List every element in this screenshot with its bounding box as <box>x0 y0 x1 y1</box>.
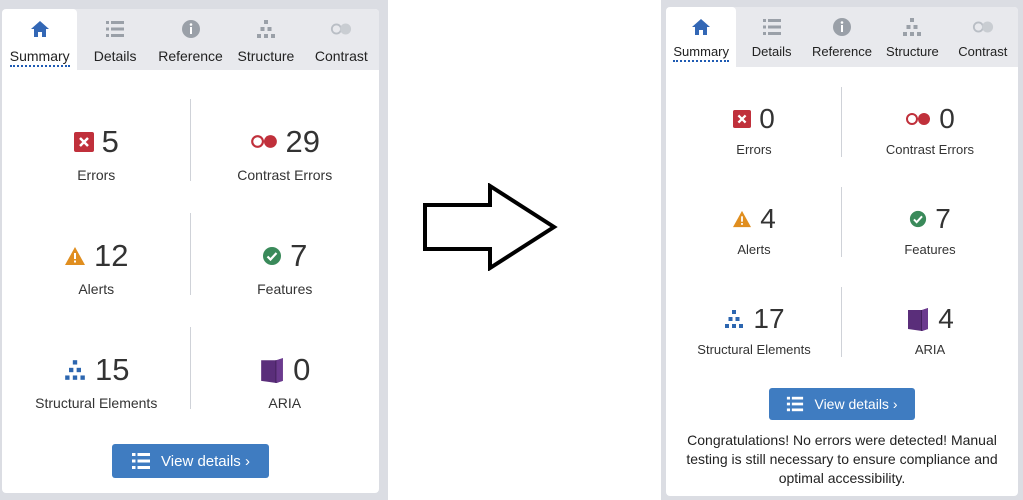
aria-label: ARIA <box>268 395 302 411</box>
tab-details[interactable]: Details <box>77 9 152 70</box>
contrast-errors-stat: 0 Contrast Errors <box>842 87 1018 187</box>
contrast-error-icon <box>905 112 931 126</box>
tab-bar: Summary Details Reference Structure Cont… <box>666 7 1018 67</box>
home-icon <box>29 18 51 40</box>
contrast-error-icon <box>250 134 278 149</box>
view-details-button[interactable]: View details › <box>769 388 915 420</box>
aria-stat: 4 ARIA <box>842 287 1018 387</box>
after-panel: Summary Details Reference Structure Cont… <box>661 0 1023 500</box>
structure-stat: 15 Structural Elements <box>2 327 191 441</box>
features-label: Features <box>904 242 956 257</box>
errors-label: Errors <box>77 167 116 183</box>
view-details-button[interactable]: View details › <box>112 444 269 478</box>
contrast-icon <box>330 18 352 40</box>
tab-reference-label: Reference <box>812 44 872 59</box>
tab-contrast[interactable]: Contrast <box>304 9 379 70</box>
home-icon <box>690 16 712 38</box>
tab-structure-label: Structure <box>237 48 295 64</box>
structure-label: Structural Elements <box>697 342 811 357</box>
contrast-errors-count: 0 <box>939 103 955 134</box>
before-panel: Summary Details Reference Structure Cont… <box>0 0 388 500</box>
list-icon <box>104 18 126 40</box>
errors-count: 0 <box>759 103 775 134</box>
tab-reference[interactable]: Reference <box>807 7 877 67</box>
aria-label: ARIA <box>914 342 946 357</box>
alerts-count: 12 <box>94 238 129 273</box>
info-icon <box>180 18 202 40</box>
hierarchy-icon <box>901 16 923 38</box>
alert-icon <box>64 246 86 266</box>
feature-check-icon <box>262 246 282 266</box>
contrast-errors-count: 29 <box>285 124 320 159</box>
list-icon <box>131 451 151 471</box>
structure-stat: 17 Structural Elements <box>666 287 842 387</box>
structure-count: 17 <box>753 303 785 334</box>
error-icon <box>733 110 751 128</box>
tab-contrast-label: Contrast <box>958 44 1008 59</box>
aria-icon <box>906 307 930 331</box>
tab-reference[interactable]: Reference <box>153 9 228 70</box>
tab-bar: Summary Details Reference Structure Cont… <box>2 9 379 70</box>
features-label: Features <box>257 281 313 297</box>
alerts-label: Alerts <box>78 281 115 297</box>
tab-summary[interactable]: Summary <box>666 7 737 67</box>
features-stat: 7 Features <box>842 187 1018 287</box>
view-details-label: View details › <box>814 396 898 412</box>
aria-icon <box>259 357 285 383</box>
tab-details[interactable]: Details <box>736 7 806 67</box>
tab-structure[interactable]: Structure <box>877 7 947 67</box>
alerts-stat: 12 Alerts <box>2 213 191 327</box>
contrast-errors-stat: 29 Contrast Errors <box>191 99 380 213</box>
contrast-icon <box>972 16 994 38</box>
error-icon <box>74 132 94 152</box>
structure-label: Structural Elements <box>35 395 158 411</box>
right-arrow-icon <box>423 183 558 271</box>
features-count: 7 <box>935 203 951 234</box>
contrast-errors-label: Contrast Errors <box>885 142 975 157</box>
aria-count: 4 <box>938 303 954 334</box>
list-icon <box>761 16 783 38</box>
tab-reference-label: Reference <box>158 48 223 64</box>
aria-count: 0 <box>293 352 311 387</box>
tab-summary-label: Summary <box>9 48 70 67</box>
view-details-label: View details › <box>161 452 250 470</box>
info-icon <box>831 16 853 38</box>
summary-card: Summary Details Reference Structure Cont… <box>2 9 379 493</box>
structure-icon <box>63 359 87 381</box>
alerts-count: 4 <box>760 203 776 234</box>
tab-details-label: Details <box>751 44 792 59</box>
tab-contrast[interactable]: Contrast <box>948 7 1018 67</box>
structure-count: 15 <box>95 352 130 387</box>
summary-grid: 5 Errors 29 Contrast Errors 12 Alerts 7 … <box>2 99 379 441</box>
alerts-label: Alerts <box>737 242 771 257</box>
tab-contrast-label: Contrast <box>314 48 368 64</box>
hierarchy-icon <box>255 18 277 40</box>
feature-check-icon <box>909 210 927 228</box>
features-count: 7 <box>290 238 308 273</box>
errors-stat: 5 Errors <box>2 99 191 213</box>
tab-structure-label: Structure <box>886 44 939 59</box>
alerts-stat: 4 Alerts <box>666 187 842 287</box>
errors-label: Errors <box>736 142 772 157</box>
congratulations-message: Congratulations! No errors were detected… <box>686 432 998 486</box>
contrast-errors-label: Contrast Errors <box>237 167 333 183</box>
tab-summary[interactable]: Summary <box>2 9 78 70</box>
summary-card: Summary Details Reference Structure Cont… <box>666 7 1018 496</box>
aria-stat: 0 ARIA <box>191 327 380 441</box>
structure-icon <box>723 309 745 329</box>
alert-icon <box>732 210 752 228</box>
tab-structure[interactable]: Structure <box>228 9 303 70</box>
tab-summary-label: Summary <box>673 44 730 62</box>
errors-count: 5 <box>101 124 119 159</box>
tab-details-label: Details <box>93 48 137 64</box>
features-stat: 7 Features <box>191 213 380 327</box>
errors-stat: 0 Errors <box>666 87 842 187</box>
summary-grid: 0 Errors 0 Contrast Errors 4 Alerts 7 Fe… <box>666 87 1018 387</box>
list-icon <box>786 395 804 413</box>
